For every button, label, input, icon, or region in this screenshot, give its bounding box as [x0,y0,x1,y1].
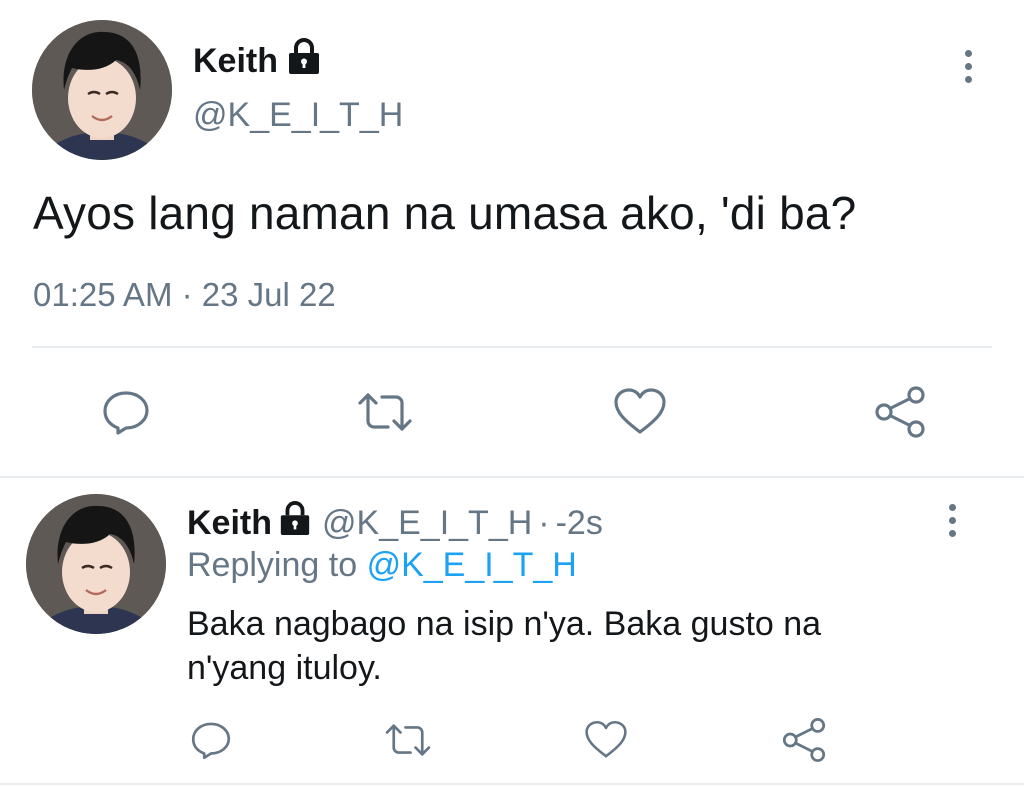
mention-link[interactable]: @K_E_I_T_H [367,546,577,584]
heart-icon [614,388,666,434]
retweet-button[interactable] [350,384,420,440]
share-button[interactable] [778,714,830,766]
meta-separator: · [181,276,193,313]
meta-separator: · [538,504,550,542]
reply-tweet-text: Baka nagbago na isip n'ya. Baka gusto na… [187,605,822,687]
replying-prefix: Replying to [187,546,358,584]
main-tweet-text: Ayos lang naman na umasa ako, 'di ba? [33,187,857,239]
tweet-divider [0,476,1024,478]
more-vertical-icon [932,498,972,542]
reply-button[interactable] [186,716,236,764]
reply-tweet-avatar[interactable] [26,494,166,634]
share-icon [782,718,826,762]
main-tweet-handle[interactable]: @K_E_I_T_H [193,96,403,135]
share-icon [875,386,925,438]
more-vertical-icon [948,44,988,88]
author-name[interactable]: Keith [187,504,272,543]
more-options-button[interactable] [948,44,988,88]
more-options-button[interactable] [932,498,972,542]
lock-icon [286,38,322,85]
reply-icon [191,722,231,760]
tweet-time: 01:25 AM [33,276,173,313]
retweet-icon [358,393,412,431]
share-button[interactable] [868,382,932,442]
retweet-button[interactable] [380,716,436,764]
tweet-time: -2s [555,504,603,542]
reply-icon [103,391,149,435]
tweet-date: 23 Jul 22 [201,276,336,313]
author-handle[interactable]: @K_E_I_T_H [322,504,532,543]
like-button[interactable] [580,716,632,764]
heart-icon [585,720,627,758]
replying-to-line: Replying to @K_E_I_T_H [187,546,577,585]
main-tweet-timestamp: 01:25 AM · 23 Jul 22 [33,276,336,314]
main-tweet-avatar[interactable] [32,20,172,160]
retweet-icon [385,724,431,756]
author-name: Keith [193,42,278,80]
main-tweet-author[interactable]: Keith [193,38,322,85]
reply-button[interactable] [96,384,156,440]
tweet-divider [0,783,1024,785]
lock-icon [278,501,312,546]
avatar-image [26,494,166,634]
reply-tweet-header: Keith @K_E_I_T_H · -2s [187,501,603,546]
like-button[interactable] [608,384,672,440]
avatar-image [32,20,172,160]
divider [32,346,992,348]
